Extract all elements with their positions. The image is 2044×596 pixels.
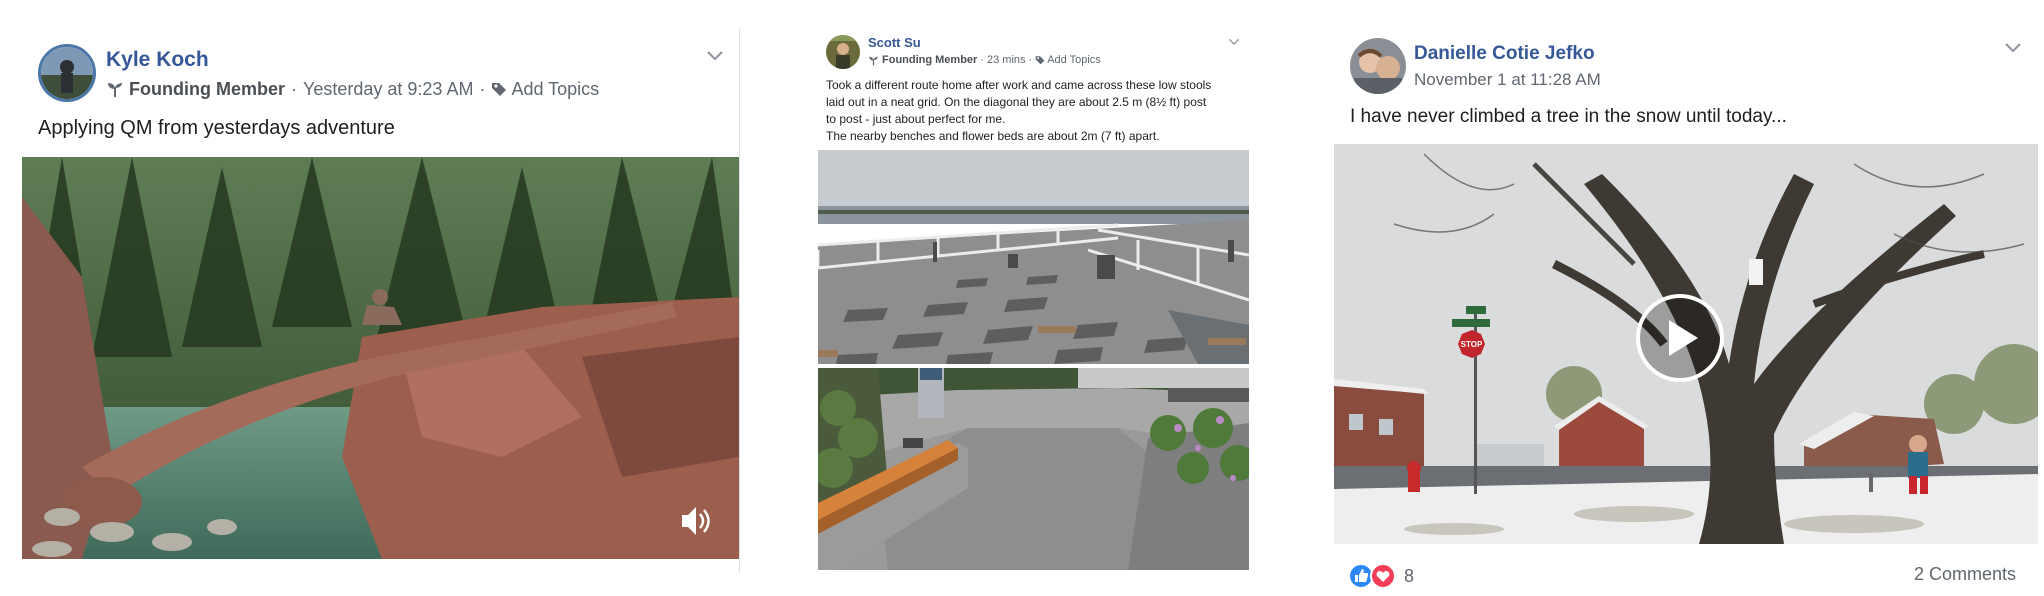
tag-icon (492, 83, 507, 96)
avatar-image (1350, 38, 1406, 94)
play-button[interactable] (1636, 294, 1724, 382)
tag-icon (1035, 56, 1045, 65)
video-frame (22, 157, 739, 559)
post-photo-2[interactable] (818, 368, 1249, 570)
add-topics-link[interactable]: Add Topics (1047, 54, 1101, 66)
avatar[interactable] (826, 35, 860, 69)
stop-sign-text: STOP (1461, 340, 1483, 349)
post-card-1: Kyle Koch Founding Member · Yesterday at… (0, 20, 742, 580)
reactions-count[interactable]: 8 (1404, 566, 1414, 587)
member-badge: Founding Member (129, 78, 285, 99)
timestamp[interactable]: Yesterday at 9:23 AM (303, 79, 473, 100)
post-video[interactable]: STOP (1334, 144, 2038, 544)
post-card-2: Scott Su Founding Member · 23 mins · Add… (818, 20, 1250, 580)
author-name[interactable]: Scott Su (868, 35, 921, 50)
reactions-bar[interactable]: 8 (1348, 562, 1414, 590)
post-1-right-border (739, 28, 740, 573)
post-meta: November 1 at 11:28 AM (1414, 70, 1601, 90)
timestamp[interactable]: 23 mins (987, 54, 1026, 66)
member-badge: Founding Member (882, 54, 978, 66)
separator: · (980, 54, 984, 66)
love-icon (1370, 563, 1396, 589)
add-topics-link[interactable]: Add Topics (511, 79, 599, 100)
author-name[interactable]: Danielle Cotie Jefko (1414, 43, 1595, 65)
chevron-down-icon[interactable] (706, 50, 724, 62)
chevron-down-icon[interactable] (1228, 38, 1240, 46)
avatar-image (41, 47, 93, 99)
separator: · (479, 78, 486, 99)
avatar-image (826, 35, 860, 69)
post-video[interactable] (22, 157, 739, 559)
post-meta: Founding Member · Yesterday at 9:23 AM ·… (106, 78, 599, 100)
sprout-icon (869, 56, 878, 65)
sprout-icon (108, 83, 122, 97)
separator: · (1028, 54, 1033, 66)
photo-image (818, 368, 1249, 570)
play-icon (1669, 320, 1698, 356)
avatar[interactable] (1350, 38, 1406, 94)
post-card-3: Danielle Cotie Jefko November 1 at 11:28… (1320, 20, 2044, 590)
separator: · (291, 78, 297, 99)
post-text: I have never climbed a tree in the snow … (1350, 106, 1787, 127)
comments-count[interactable]: 2 Comments (1914, 564, 2016, 585)
chevron-down-icon[interactable] (2004, 42, 2022, 54)
photo-image (818, 150, 1249, 364)
post-text: Applying QM from yesterdays adventure (38, 117, 395, 139)
post-meta: Founding Member · 23 mins · Add Topics (868, 53, 1101, 67)
post-text: Took a different route home after work a… (826, 78, 1212, 143)
timestamp[interactable]: November 1 at 11:28 AM (1414, 70, 1601, 90)
post-photo-1[interactable] (818, 150, 1249, 364)
author-name[interactable]: Kyle Koch (106, 48, 209, 72)
avatar[interactable] (38, 44, 96, 102)
